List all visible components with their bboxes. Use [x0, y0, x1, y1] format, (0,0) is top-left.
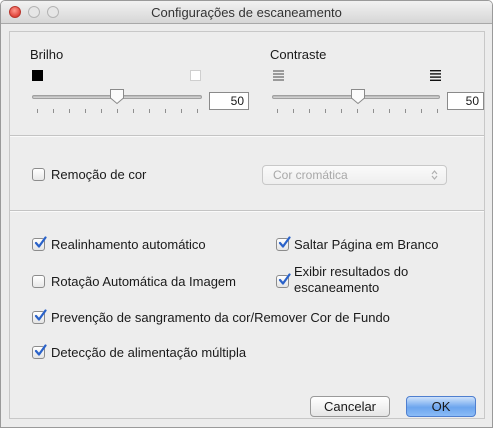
color-removal-select[interactable]: Cor cromática — [262, 165, 447, 185]
high-contrast-icon — [430, 70, 441, 81]
contrast-ticks — [272, 109, 440, 114]
show-scan-results-label: Exibir resultados do escaneamento — [294, 264, 409, 295]
multifeed-detection-label: Detecção de alimentação múltipla — [51, 345, 247, 360]
skip-blank-page-label: Saltar Página em Branco — [294, 237, 439, 252]
auto-deskew-checkbox[interactable] — [32, 236, 47, 251]
contrast-slider-thumb[interactable] — [350, 88, 366, 105]
multifeed-detection-checkbox[interactable] — [32, 344, 47, 359]
scan-settings-window: Configurações de escaneamento Brilho 50 … — [0, 0, 493, 428]
brightness-label: Brilho — [30, 47, 64, 62]
low-contrast-icon — [273, 70, 284, 81]
checkmark-icon — [34, 344, 47, 356]
bleed-through-prevention-label: Prevenção de sangramento da cor/Remover … — [51, 310, 390, 325]
checkmark-icon — [278, 236, 291, 248]
ok-button[interactable]: OK — [406, 396, 476, 417]
dark-square-icon — [32, 70, 43, 81]
auto-rotate-label: Rotação Automática da Imagem — [51, 274, 236, 289]
checkmark-icon — [278, 273, 291, 285]
title-bar: Configurações de escaneamento — [1, 1, 492, 24]
auto-rotate-checkbox[interactable] — [32, 275, 45, 288]
select-arrows-icon — [431, 170, 438, 180]
contrast-value-field[interactable]: 50 — [447, 92, 484, 110]
skip-blank-page-checkbox[interactable] — [276, 236, 291, 251]
checkmark-icon — [34, 309, 47, 321]
window-title: Configurações de escaneamento — [151, 5, 342, 20]
brightness-value-field[interactable]: 50 — [209, 92, 249, 110]
cancel-button[interactable]: Cancelar — [310, 396, 390, 417]
contrast-label: Contraste — [270, 47, 327, 62]
show-scan-results-checkbox[interactable] — [276, 273, 291, 288]
settings-panel: Brilho 50 Contraste 50 Remoção de cor Co… — [9, 31, 485, 419]
color-removal-checkbox[interactable] — [32, 168, 45, 181]
checkmark-icon — [34, 236, 47, 248]
separator-top — [10, 135, 484, 137]
brightness-slider-thumb[interactable] — [109, 88, 125, 105]
auto-deskew-label: Realinhamento automático — [51, 237, 206, 252]
separator-middle — [10, 210, 484, 212]
brightness-ticks — [32, 109, 202, 114]
color-removal-select-value: Cor cromática — [273, 168, 348, 182]
color-removal-label: Remoção de cor — [51, 167, 147, 182]
light-square-icon — [190, 70, 201, 81]
bleed-through-prevention-checkbox[interactable] — [32, 309, 47, 324]
